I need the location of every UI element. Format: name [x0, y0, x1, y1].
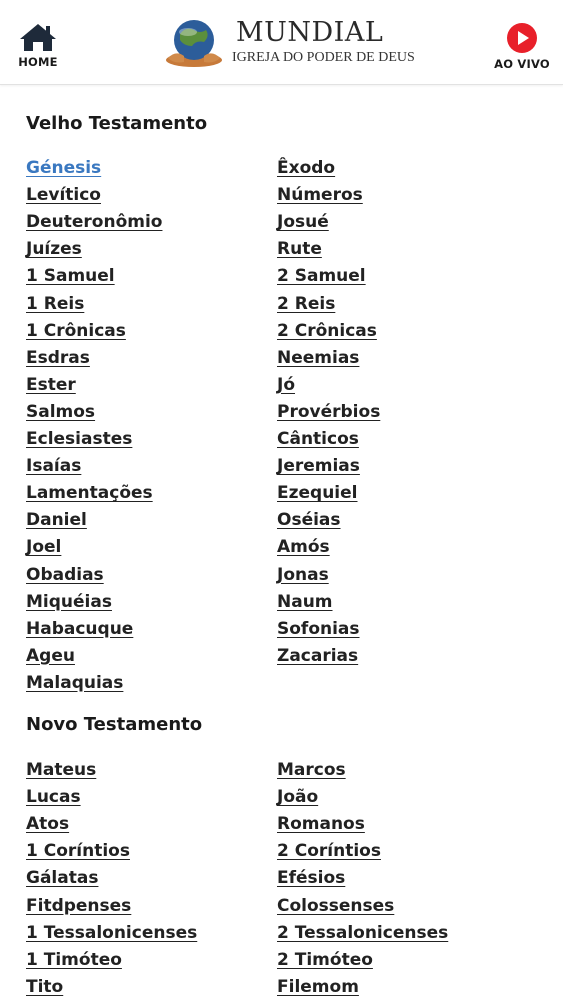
home-button[interactable]: HOME [10, 22, 66, 78]
book-link-ester[interactable]: Ester [26, 374, 76, 396]
book-link-ageu[interactable]: Ageu [26, 645, 75, 667]
book-link-2-cronicas[interactable]: 2 Crônicas [277, 320, 377, 342]
book-link-eclesiastes[interactable]: Eclesiastes [26, 428, 132, 450]
brand-subtitle: IGREJA DO PODER DE DEUS [232, 50, 415, 65]
book-link-1-cronicas[interactable]: 1 Crônicas [26, 320, 126, 342]
church-logo: MUNDIAL IGREJA DO PODER DE DEUS [162, 16, 415, 72]
app-header: HOME MUNDIAL IGREJA DO PODER DE DEUS AO … [0, 0, 563, 85]
book-link-zacarias[interactable]: Zacarias [277, 645, 358, 667]
book-link-mateus[interactable]: Mateus [26, 759, 96, 781]
book-link-malaquias[interactable]: Malaquias [26, 672, 123, 694]
book-link-josue[interactable]: Josué [277, 211, 329, 233]
book-link-oseias[interactable]: Oséias [277, 509, 341, 531]
book-link-daniel[interactable]: Daniel [26, 509, 87, 531]
book-link-fitdpenses[interactable]: Fitdpenses [26, 895, 131, 917]
book-link-amos[interactable]: Amós [277, 536, 330, 558]
book-link-efesios[interactable]: Efésios [277, 867, 345, 889]
book-link-1-corintios[interactable]: 1 Coríntios [26, 840, 130, 862]
book-link-2-corintios[interactable]: 2 Coríntios [277, 840, 381, 862]
home-label: HOME [18, 55, 58, 69]
book-link-colossenses[interactable]: Colossenses [277, 895, 394, 917]
old-testament-title: Velho Testamento [26, 113, 208, 134]
book-link-1-timoteo[interactable]: 1 Timóteo [26, 949, 122, 971]
book-link-levitico[interactable]: Levítico [26, 184, 101, 206]
book-link-2-reis[interactable]: 2 Reis [277, 293, 335, 315]
book-link-numeros[interactable]: Números [277, 184, 363, 206]
live-label: AO VIVO [494, 57, 550, 71]
book-link-canticos[interactable]: Cânticos [277, 428, 359, 450]
book-link-juizes[interactable]: Juízes [26, 238, 82, 260]
book-link-1-tessalonicenses[interactable]: 1 Tessalonicenses [26, 922, 197, 944]
book-link-genesis[interactable]: Génesis [26, 157, 101, 179]
live-button[interactable]: AO VIVO [489, 22, 555, 78]
book-link-joao[interactable]: João [277, 786, 318, 808]
book-link-esdras[interactable]: Esdras [26, 347, 90, 369]
globe-hands-icon [166, 20, 222, 67]
book-link-1-samuel[interactable]: 1 Samuel [26, 265, 115, 287]
book-link-galatas[interactable]: Gálatas [26, 867, 98, 889]
book-link-exodo[interactable]: Êxodo [277, 157, 335, 179]
book-link-2-tessalonicenses[interactable]: 2 Tessalonicenses [277, 922, 448, 944]
book-link-naum[interactable]: Naum [277, 591, 333, 613]
book-link-joel[interactable]: Joel [26, 536, 61, 558]
book-link-miqueias[interactable]: Miquéias [26, 591, 112, 613]
book-link-2-timoteo[interactable]: 2 Timóteo [277, 949, 373, 971]
book-link-rute[interactable]: Rute [277, 238, 322, 260]
book-link-deuteronomio[interactable]: Deuteronômio [26, 211, 162, 233]
book-link-lucas[interactable]: Lucas [26, 786, 81, 808]
book-link-tito[interactable]: Tito [26, 976, 63, 998]
book-link-lamentacoes[interactable]: Lamentações [26, 482, 153, 504]
book-link-obadias[interactable]: Obadias [26, 564, 104, 586]
book-link-ezequiel[interactable]: Ezequiel [277, 482, 358, 504]
book-link-neemias[interactable]: Neemias [277, 347, 359, 369]
book-link-sofonias[interactable]: Sofonias [277, 618, 360, 640]
book-link-habacuque[interactable]: Habacuque [26, 618, 133, 640]
brand-name: MUNDIAL [236, 17, 384, 48]
book-link-atos[interactable]: Atos [26, 813, 69, 835]
book-link-2-samuel[interactable]: 2 Samuel [277, 265, 366, 287]
book-link-filemom[interactable]: Filemom [277, 976, 359, 998]
book-link-1-reis[interactable]: 1 Reis [26, 293, 84, 315]
new-testament-title: Novo Testamento [26, 714, 203, 735]
home-icon [20, 24, 56, 51]
book-link-proverbios[interactable]: Provérbios [277, 401, 380, 423]
book-link-romanos[interactable]: Romanos [277, 813, 365, 835]
book-link-salmos[interactable]: Salmos [26, 401, 95, 423]
play-circle-icon [507, 23, 537, 53]
book-link-jo[interactable]: Jó [277, 374, 295, 396]
book-link-jeremias[interactable]: Jeremias [277, 455, 360, 477]
book-link-marcos[interactable]: Marcos [277, 759, 346, 781]
book-link-isaias[interactable]: Isaías [26, 455, 81, 477]
book-link-jonas[interactable]: Jonas [277, 564, 329, 586]
bible-book-index: Velho Testamento Génesis Êxodo Levítico Núm… [0, 85, 563, 1000]
